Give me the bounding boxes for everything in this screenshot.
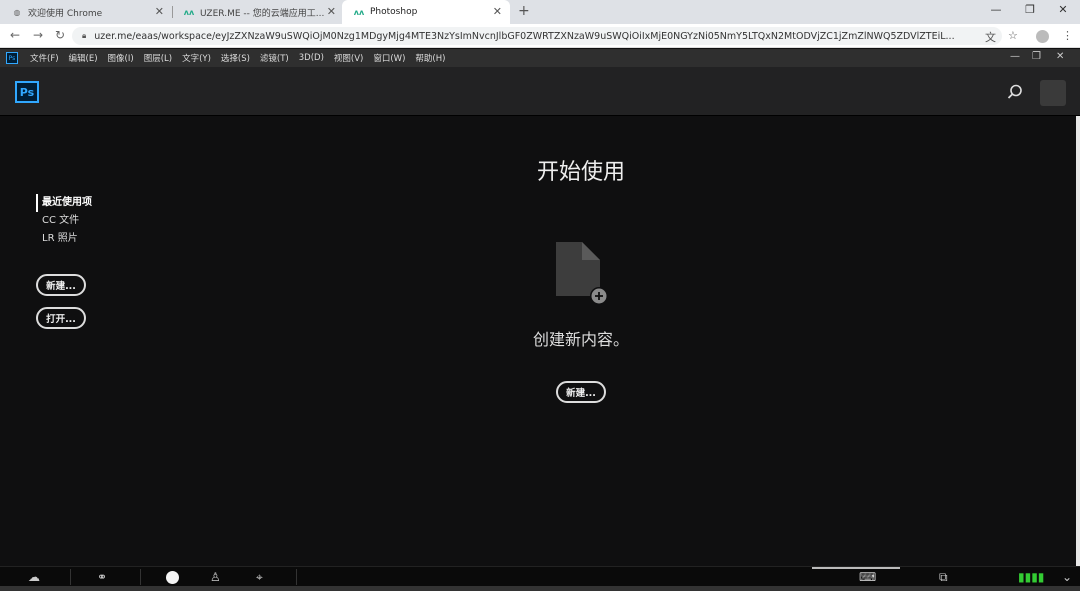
divider <box>70 569 71 585</box>
close-tab-icon[interactable]: ✕ <box>327 5 336 18</box>
divider <box>296 569 297 585</box>
create-new-text: 创建新内容。 <box>532 330 629 349</box>
bookmark-star-icon[interactable]: ☆ <box>1008 29 1018 42</box>
menu-view[interactable]: 视图(V) <box>334 52 363 64</box>
tab-title: Photoshop <box>370 7 418 17</box>
sidebar-new-button[interactable]: 新建... <box>36 274 86 296</box>
progress-indicator <box>812 567 900 569</box>
menu-3d[interactable]: 3D(D) <box>299 53 324 63</box>
forward-icon[interactable]: → <box>30 28 46 42</box>
menu-edit[interactable]: 编辑(E) <box>69 52 98 64</box>
window-bottom-edge <box>0 586 1080 591</box>
translate-icon[interactable]: 文 <box>985 29 996 45</box>
sidebar-nav: 最近使用项 CC 文件 LR 照片 <box>36 194 92 248</box>
close-tab-icon[interactable]: ✕ <box>493 5 502 18</box>
url-text: uzer.me/eaas/workspace/eyJzZXNzaW9uSWQiO… <box>94 30 955 42</box>
page-title: 开始使用 <box>536 160 625 185</box>
menu-select[interactable]: 选择(S) <box>221 52 250 64</box>
app-close-button[interactable]: ✕ <box>1056 51 1064 62</box>
ps-logo: Ps <box>15 81 39 103</box>
uzer-icon: ᴧᴧ <box>353 7 365 17</box>
globe-icon: ◍ <box>13 7 21 17</box>
sidebar-item-lr-photos[interactable]: LR 照片 <box>36 230 92 248</box>
home-header: Ps <box>0 67 1080 116</box>
new-document-icon <box>556 242 608 305</box>
new-tab-button[interactable]: + <box>518 3 530 19</box>
uzer-icon: ᴧᴧ <box>183 7 195 17</box>
profile-avatar[interactable] <box>1036 30 1049 43</box>
main-new-button[interactable]: 新建... <box>556 381 606 403</box>
menu-help[interactable]: 帮助(H) <box>415 52 445 64</box>
menu-filter[interactable]: 滤镜(T) <box>260 52 289 64</box>
reload-icon[interactable]: ↻ <box>52 28 68 42</box>
menu-file[interactable]: 文件(F) <box>30 52 59 64</box>
browser-toolbar: ← → ↻ 🔒︎ uzer.me/eaas/workspace/eyJzZXNz… <box>0 24 1080 48</box>
bottom-toolbar: ☁ ⚭ ♙ ⌖ ⌨ ⧉ ▮▮▮▮ ⌄ <box>0 566 1080 586</box>
user-icon[interactable]: ♙ <box>210 570 221 584</box>
record-dot-icon[interactable] <box>166 571 179 584</box>
fullscreen-icon[interactable]: ⧉ <box>939 570 948 585</box>
browser-tab-3[interactable]: ᴧᴧ Photoshop ✕ <box>342 0 510 24</box>
user-avatar[interactable] <box>1040 80 1066 106</box>
close-tab-icon[interactable]: ✕ <box>155 5 164 18</box>
app-menubar: Ps 文件(F) 编辑(E) 图像(I) 图层(L) 文字(Y) 选择(S) 滤… <box>0 49 1080 67</box>
chat-icon[interactable]: ⚭ <box>97 570 107 584</box>
close-window-button[interactable]: ✕ <box>1053 3 1073 16</box>
collapse-chevron-icon[interactable]: ⌄ <box>1062 570 1072 584</box>
start-workspace: 最近使用项 CC 文件 LR 照片 新建... 打开... 开始使用 创建新内容… <box>0 116 1080 566</box>
right-scrollbar[interactable] <box>1076 116 1080 566</box>
divider <box>140 569 141 585</box>
menu-layer[interactable]: 图层(L) <box>144 52 172 64</box>
locate-icon[interactable]: ⌖ <box>256 570 263 585</box>
maximize-window-button[interactable]: ❐ <box>1020 3 1040 16</box>
tab-title: UZER.ME -- 您的云端应用工... <box>200 8 325 19</box>
menu-image[interactable]: 图像(I) <box>108 52 134 64</box>
ps-app-icon: Ps <box>6 52 18 64</box>
back-icon[interactable]: ← <box>7 28 23 42</box>
keyboard-icon[interactable]: ⌨ <box>859 570 876 584</box>
cloud-upload-icon[interactable]: ☁ <box>28 570 40 584</box>
more-menu-icon[interactable]: ⋮ <box>1062 29 1073 42</box>
app-restore-button[interactable]: ❐ <box>1032 51 1041 62</box>
minimize-window-button[interactable]: — <box>986 3 1006 16</box>
menu-window[interactable]: 窗口(W) <box>373 52 405 64</box>
sidebar-item-cc-files[interactable]: CC 文件 <box>36 212 92 230</box>
address-bar[interactable]: 🔒︎ uzer.me/eaas/workspace/eyJzZXNzaW9uSW… <box>72 27 1002 45</box>
browser-tab-2[interactable]: ᴧᴧ UZER.ME -- 您的云端应用工... ✕ <box>172 0 344 24</box>
tab-title: 欢迎使用 Chrome <box>28 8 103 19</box>
lock-icon: 🔒︎ <box>82 31 87 40</box>
search-icon[interactable] <box>1006 83 1024 101</box>
menu-type[interactable]: 文字(Y) <box>182 52 211 64</box>
app-minimize-button[interactable]: — <box>1010 51 1020 62</box>
sidebar-item-recent[interactable]: 最近使用项 <box>36 194 92 212</box>
browser-tabstrip: ◍ 欢迎使用 Chrome ✕ ᴧᴧ UZER.ME -- 您的云端应用工...… <box>0 0 1080 24</box>
browser-tab-1[interactable]: ◍ 欢迎使用 Chrome ✕ <box>0 0 172 24</box>
signal-icon: ▮▮▮▮ <box>1018 570 1045 584</box>
